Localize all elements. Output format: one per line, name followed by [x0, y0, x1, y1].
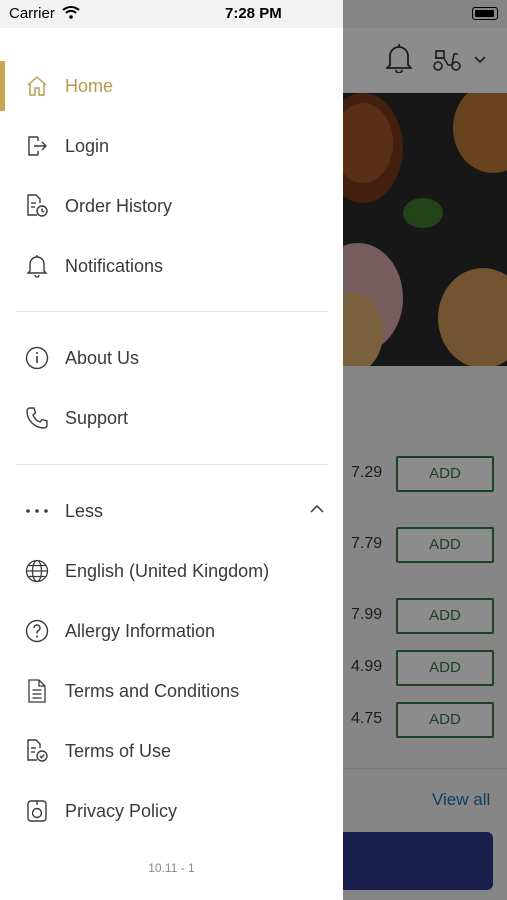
menu-label: Terms and Conditions	[65, 681, 240, 701]
wifi-icon	[62, 6, 80, 19]
menu-item-notifications[interactable]: Notifications	[0, 241, 343, 291]
menu-label: Terms of Use	[65, 741, 172, 761]
bell-icon	[26, 255, 48, 278]
menu-item-language[interactable]: English (United Kingdom)	[0, 546, 343, 596]
menu-label: Login	[65, 136, 110, 156]
carrier-label: Carrier	[9, 5, 55, 22]
menu-label: Order History	[65, 196, 173, 216]
menu-label: Notifications	[65, 256, 164, 276]
clock: 7:28 PM	[225, 5, 282, 22]
menu-item-terms-and-conditions[interactable]: Terms and Conditions	[0, 666, 343, 716]
menu-divider	[16, 464, 328, 465]
menu-item-login[interactable]: Login	[0, 121, 343, 171]
app-version: 10.11 - 1	[148, 861, 195, 875]
login-icon	[28, 136, 47, 156]
chevron-up-icon[interactable]	[310, 504, 324, 513]
menu-item-about-us[interactable]: About Us	[0, 333, 343, 383]
home-icon	[27, 76, 47, 96]
menu-item-terms-of-use[interactable]: Terms of Use	[0, 726, 343, 776]
menu-divider	[16, 311, 328, 312]
status-bar: Carrier 7:28 PM	[0, 0, 507, 28]
globe-icon	[25, 559, 49, 583]
menu-item-allergy-information[interactable]: Allergy Information	[0, 606, 343, 656]
phone-icon	[26, 407, 48, 429]
active-indicator	[0, 61, 5, 111]
privacy-icon	[27, 800, 47, 822]
info-icon	[25, 346, 49, 370]
menu-label: Home	[65, 76, 114, 96]
question-icon	[25, 619, 49, 643]
menu-label: Less	[65, 501, 104, 521]
battery-icon	[472, 7, 498, 20]
document-icon	[28, 679, 46, 703]
menu-item-home[interactable]: Home	[0, 61, 343, 111]
menu-label: Support	[65, 408, 129, 428]
menu-label: Privacy Policy	[65, 801, 178, 821]
menu-label: English (United Kingdom)	[65, 561, 270, 581]
menu-item-support[interactable]: Support	[0, 393, 343, 443]
menu-item-less[interactable]: Less	[0, 486, 343, 536]
side-drawer: Home Login Order History Notifications A…	[0, 28, 343, 900]
order-history-icon	[27, 194, 48, 217]
menu-item-order-history[interactable]: Order History	[0, 181, 343, 231]
drawer-scrim[interactable]	[343, 0, 507, 900]
document-check-icon	[27, 739, 48, 762]
menu-label: Allergy Information	[65, 621, 216, 641]
menu-item-privacy-policy[interactable]: Privacy Policy	[0, 786, 343, 836]
more-dots-icon	[26, 509, 48, 513]
menu-label: About Us	[65, 348, 140, 368]
